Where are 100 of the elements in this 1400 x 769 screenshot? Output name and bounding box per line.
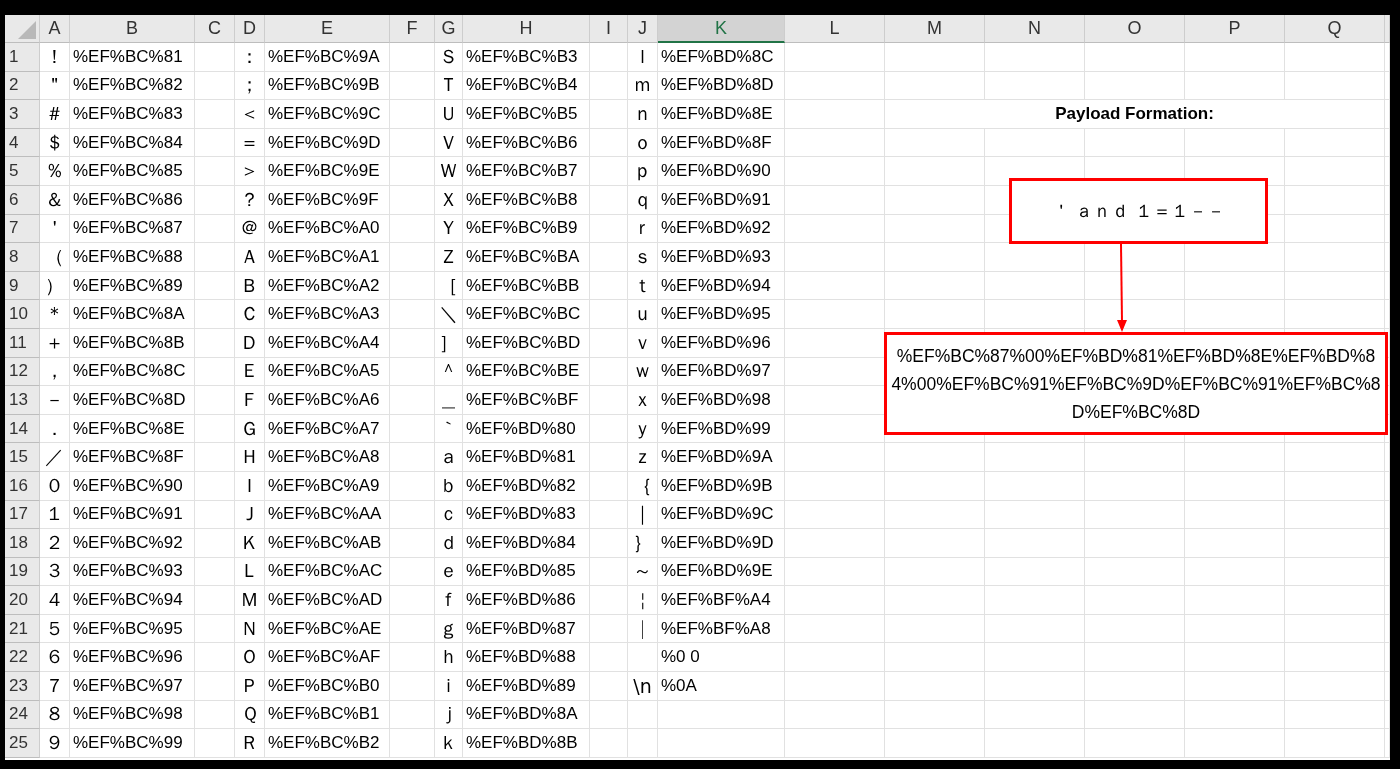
column-header[interactable]: P <box>1185 15 1285 43</box>
row-header[interactable]: 12 <box>5 357 40 387</box>
empty-cell <box>590 500 628 530</box>
row-header[interactable]: 13 <box>5 386 40 415</box>
table-cell: Ｔ <box>435 71 463 101</box>
empty-cell <box>195 100 235 129</box>
row-header[interactable]: 22 <box>5 643 40 673</box>
table-cell: ／ <box>40 443 70 472</box>
empty-cell <box>590 328 628 358</box>
empty-cell <box>195 700 235 730</box>
column-header[interactable]: J <box>628 15 658 43</box>
empty-cell <box>195 185 235 215</box>
empty-cell <box>195 271 235 301</box>
table-cell: ＂ <box>40 71 70 101</box>
table-cell: ｋ <box>435 729 463 758</box>
column-header[interactable]: F <box>390 15 435 43</box>
empty-cell <box>195 443 235 472</box>
column-header[interactable]: H <box>463 15 590 43</box>
empty-cell <box>590 185 628 215</box>
table-cell: ａ <box>435 443 463 472</box>
table-cell: ｏ <box>628 128 658 158</box>
row-header[interactable]: 21 <box>5 614 40 644</box>
empty-cell <box>195 471 235 501</box>
table-cell: ． <box>40 414 70 444</box>
row-header[interactable]: 19 <box>5 557 40 587</box>
empty-cell <box>590 157 628 186</box>
row-header[interactable]: 15 <box>5 443 40 472</box>
row-header[interactable]: 25 <box>5 729 40 758</box>
table-cell: ｌ <box>628 43 658 72</box>
column-header[interactable]: D <box>235 15 265 43</box>
table-cell: ， <box>40 357 70 387</box>
empty-cell <box>590 386 628 415</box>
table-cell: ＋ <box>40 328 70 358</box>
row-header[interactable]: 1 <box>5 43 40 72</box>
select-all-button[interactable] <box>5 15 40 43</box>
empty-cell <box>590 672 628 701</box>
column-header[interactable]: L <box>785 15 885 43</box>
empty-cell <box>390 43 435 72</box>
table-cell: ｝ <box>628 529 658 558</box>
column-header[interactable]: Q <box>1285 15 1385 43</box>
table-cell: Ｗ <box>435 157 463 186</box>
column-header[interactable]: N <box>985 15 1085 43</box>
empty-cell <box>390 71 435 101</box>
table-cell: ｒ <box>628 214 658 244</box>
table-cell: Ｇ <box>235 414 265 444</box>
select-all-icon[interactable] <box>16 19 36 39</box>
table-cell: ｂ <box>435 471 463 501</box>
column-header[interactable]: B <box>70 15 195 43</box>
column-header[interactable]: O <box>1085 15 1185 43</box>
empty-cell <box>195 328 235 358</box>
row-header[interactable]: 23 <box>5 672 40 701</box>
row-header[interactable]: 5 <box>5 157 40 186</box>
table-cell: Ｎ <box>235 614 265 644</box>
row-header[interactable]: 4 <box>5 128 40 158</box>
table-cell: ２ <box>40 529 70 558</box>
row-header[interactable]: 16 <box>5 471 40 501</box>
table-cell: ＾ <box>435 357 463 387</box>
column-header[interactable]: C <box>195 15 235 43</box>
row-header[interactable]: 3 <box>5 100 40 129</box>
column-header[interactable]: M <box>885 15 985 43</box>
row-header[interactable]: 2 <box>5 71 40 101</box>
table-cell: ｘ <box>628 386 658 415</box>
row-header[interactable]: 8 <box>5 243 40 272</box>
empty-cell <box>590 471 628 501</box>
table-cell: ｙ <box>628 414 658 444</box>
table-cell: ４ <box>40 586 70 615</box>
table-cell: ｓ <box>628 243 658 272</box>
column-header[interactable]: A <box>40 15 70 43</box>
table-cell: ｜ <box>628 500 658 530</box>
table-cell: Ｄ <box>235 328 265 358</box>
row-header[interactable]: 6 <box>5 185 40 215</box>
row-header[interactable]: 18 <box>5 529 40 558</box>
empty-cell <box>590 271 628 301</box>
row-header[interactable]: 20 <box>5 586 40 615</box>
empty-cell <box>390 643 435 673</box>
table-cell: ＠ <box>235 214 265 244</box>
row-header[interactable]: 11 <box>5 328 40 358</box>
column-header[interactable]: E <box>265 15 390 43</box>
row-header[interactable]: 17 <box>5 500 40 530</box>
table-cell: \n <box>628 672 658 701</box>
empty-cell <box>195 529 235 558</box>
table-cell: ｖ <box>628 328 658 358</box>
empty-cell <box>590 614 628 644</box>
table-cell: Ｘ <box>435 185 463 215</box>
table-cell: ？ <box>235 185 265 215</box>
row-header[interactable]: 7 <box>5 214 40 244</box>
row-header[interactable]: 10 <box>5 300 40 329</box>
row-header[interactable]: 9 <box>5 271 40 301</box>
table-cell: Ｅ <box>235 357 265 387</box>
empty-cell <box>390 100 435 129</box>
column-header[interactable]: K <box>658 15 785 43</box>
table-cell: ＊ <box>40 300 70 329</box>
column-header[interactable]: I <box>590 15 628 43</box>
empty-cell <box>390 328 435 358</box>
column-header[interactable]: G <box>435 15 463 43</box>
empty-cell <box>390 271 435 301</box>
empty-cell <box>390 185 435 215</box>
row-header[interactable]: 14 <box>5 414 40 444</box>
row-header[interactable]: 24 <box>5 700 40 730</box>
table-cell: Ｆ <box>235 386 265 415</box>
